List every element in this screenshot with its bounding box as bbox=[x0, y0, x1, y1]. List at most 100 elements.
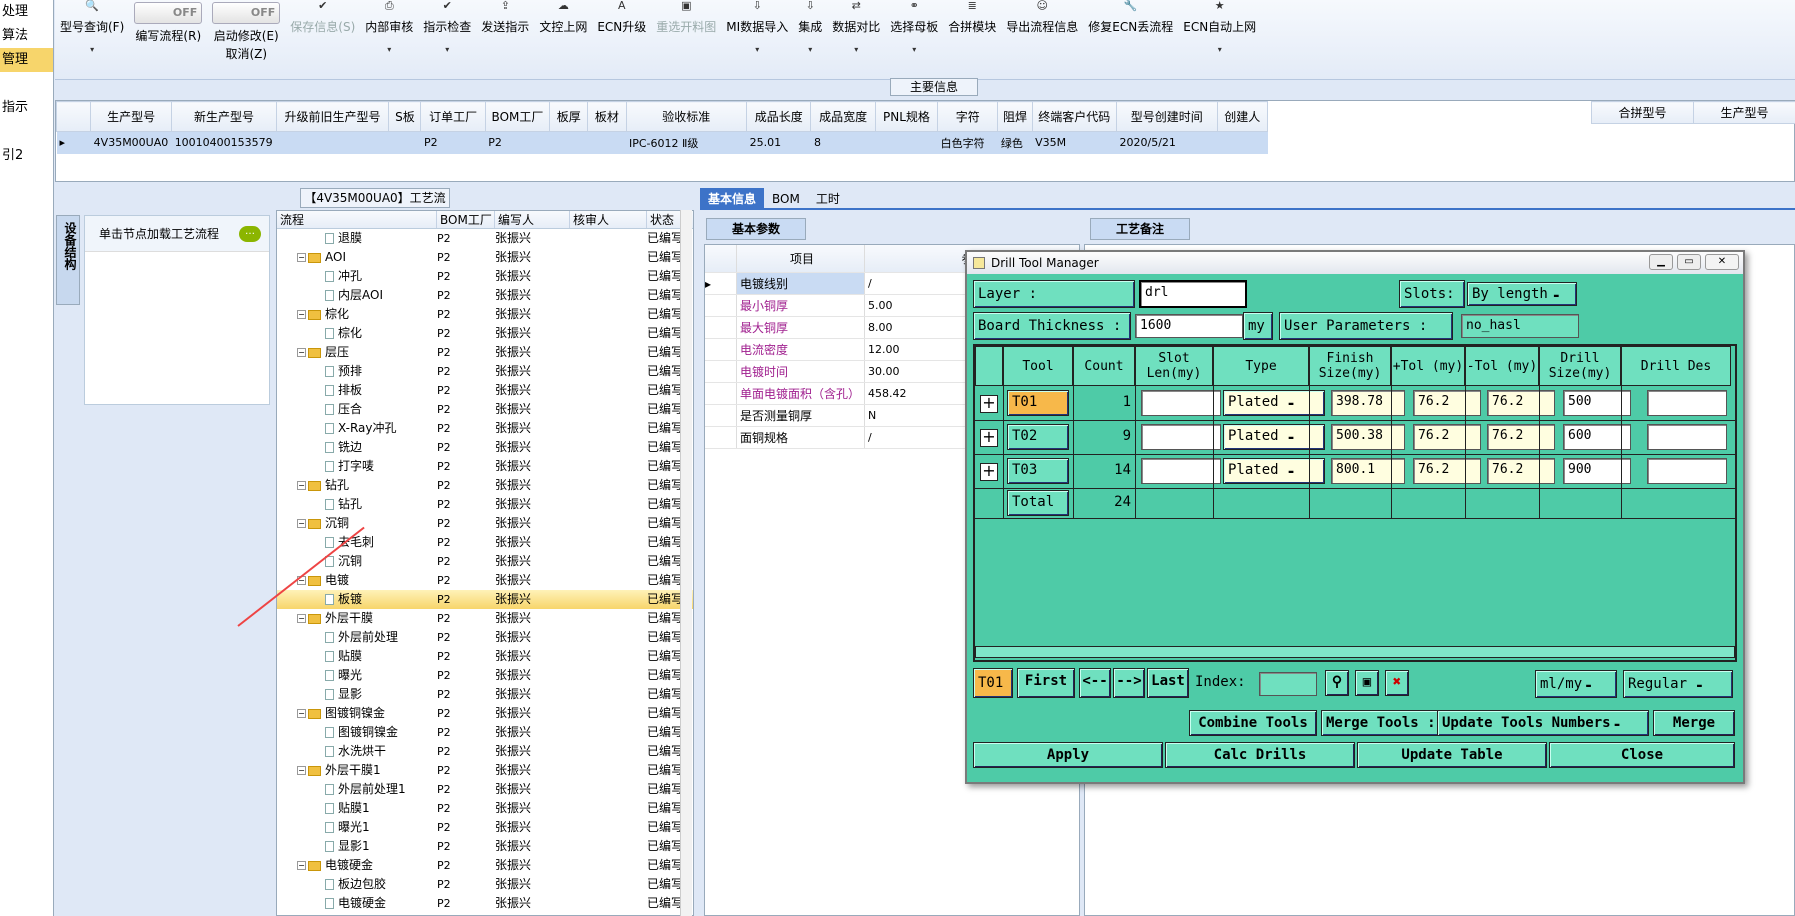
tree-row[interactable]: 去毛刺 P2 张振兴 已编写 bbox=[277, 533, 693, 552]
toggle-switch[interactable]: OFF bbox=[134, 2, 203, 24]
tree-col-header[interactable]: 核审人 bbox=[570, 211, 647, 228]
tree-row[interactable]: 电镀硬金 P2 张振兴 已编写 bbox=[277, 894, 693, 913]
tab-craft-notes[interactable]: 工艺备注 bbox=[1090, 218, 1190, 240]
minus-tol-input[interactable]: 76.2 bbox=[1487, 390, 1555, 416]
drill-des-input[interactable] bbox=[1647, 458, 1727, 484]
slot-len-input[interactable] bbox=[1141, 424, 1221, 450]
tab-basic-params[interactable]: 基本参数 bbox=[706, 218, 806, 240]
tree-row[interactable]: 板边包胶 P2 张振兴 已编写 bbox=[277, 875, 693, 894]
tree-row[interactable]: 显影1 P2 张振兴 已编写 bbox=[277, 837, 693, 856]
main-cell[interactable] bbox=[389, 132, 421, 154]
tree-row[interactable]: 冲孔 P2 张振兴 已编写 bbox=[277, 267, 693, 286]
maximize-icon[interactable]: ▭ bbox=[1677, 254, 1701, 270]
tree-row[interactable]: − 电镀硬金 P2 张振兴 已编写 bbox=[277, 856, 693, 875]
main-col-header[interactable]: PNL规格 bbox=[874, 101, 939, 132]
left-nav-item[interactable]: 算法 bbox=[0, 24, 53, 48]
left-nav-item[interactable]: 处理 bbox=[0, 0, 53, 24]
user-params-input[interactable]: no_hasl bbox=[1461, 314, 1579, 338]
tool-col-header[interactable]: Count bbox=[1073, 346, 1135, 386]
collapse-icon[interactable]: − bbox=[297, 766, 306, 775]
tool-id[interactable]: T01 bbox=[1007, 390, 1069, 416]
tree-col-header[interactable]: 流程 bbox=[277, 211, 437, 228]
collapse-icon[interactable]: − bbox=[297, 519, 306, 528]
toggle-switch[interactable]: OFF bbox=[212, 2, 281, 24]
tool-col-header[interactable]: Finish Size(my) bbox=[1309, 346, 1391, 386]
main-cell[interactable]: P2 bbox=[485, 132, 549, 154]
slots-select[interactable]: By length ▬ bbox=[1467, 282, 1577, 306]
toolbar-button-4[interactable]: ⎙ 内部审核 ▾ bbox=[360, 0, 418, 79]
toolbar-button-2[interactable]: OFF 启动修改(E) 取消(Z) bbox=[207, 0, 285, 79]
close-button[interactable]: Close bbox=[1549, 742, 1735, 768]
main-col-header[interactable]: 成品长度 bbox=[746, 101, 812, 132]
right-tab[interactable]: 基本信息 bbox=[700, 188, 765, 208]
tree-row[interactable]: 曝光1 P2 张振兴 已编写 bbox=[277, 818, 693, 837]
main-col-header[interactable]: 阻焊 bbox=[997, 101, 1033, 132]
tree-row[interactable]: − 沉铜 P2 张振兴 已编写 bbox=[277, 514, 693, 533]
process-tree-scrollbar[interactable] bbox=[680, 210, 692, 916]
tool-col-header[interactable]: Drill Size(my) bbox=[1539, 346, 1621, 386]
tree-row[interactable]: 显影 P2 张振兴 已编写 bbox=[277, 685, 693, 704]
tree-row[interactable]: 沉铜 P2 张振兴 已编写 bbox=[277, 552, 693, 571]
tool-col-header[interactable]: Type bbox=[1213, 346, 1309, 386]
main-col-header[interactable]: 型号创建时间 bbox=[1116, 101, 1218, 132]
dropdown-arrow-icon[interactable]: ▾ bbox=[1218, 45, 1222, 54]
toolbar-button-1[interactable]: OFF 编写流程(R) bbox=[129, 0, 207, 79]
layer-input[interactable]: drl bbox=[1139, 280, 1247, 308]
toolbar-button-14[interactable]: ≣ 合拼模块 bbox=[943, 0, 1001, 79]
tree-row[interactable]: − 层压 P2 张振兴 已编写 bbox=[277, 343, 693, 362]
tree-row[interactable]: 图镀铜镍金 P2 张振兴 已编写 bbox=[277, 723, 693, 742]
merge-option-select[interactable]: Update Tools Numbers ▬ bbox=[1437, 710, 1649, 736]
tree-row[interactable]: 外层前处理 P2 张振兴 已编写 bbox=[277, 628, 693, 647]
main-col-header[interactable]: 创建人 bbox=[1216, 101, 1269, 132]
collapse-icon[interactable]: − bbox=[297, 253, 306, 262]
delete-icon[interactable]: ✖ bbox=[1385, 670, 1409, 696]
toolbar-button-15[interactable]: ☺ 导出流程信息 bbox=[1001, 0, 1083, 79]
dropdown-arrow-icon[interactable]: ▾ bbox=[387, 45, 391, 54]
tree-row[interactable]: 曝光 P2 张振兴 已编写 bbox=[277, 666, 693, 685]
tree-row[interactable]: X-Ray冲孔 P2 张振兴 已编写 bbox=[277, 419, 693, 438]
finish-size-input[interactable]: 398.78 bbox=[1331, 390, 1405, 416]
toolbar-button-12[interactable]: ⇄ 数据对比 ▾ bbox=[827, 0, 885, 79]
collapse-icon[interactable]: − bbox=[297, 348, 306, 357]
merge-col-header[interactable]: 生产型号 bbox=[1693, 101, 1795, 124]
expand-row-icon[interactable]: + bbox=[980, 429, 998, 447]
tree-row[interactable]: − 外层干膜1 P2 张振兴 已编写 bbox=[277, 761, 693, 780]
last-button[interactable]: Last bbox=[1147, 668, 1189, 698]
minus-tol-input[interactable]: 76.2 bbox=[1487, 424, 1555, 450]
merge-button[interactable]: Merge bbox=[1653, 710, 1735, 736]
main-cell[interactable] bbox=[588, 132, 626, 154]
tool-id[interactable]: T02 bbox=[1007, 424, 1069, 450]
close-icon[interactable]: ✕ bbox=[1705, 254, 1739, 270]
right-tab[interactable]: 工时 bbox=[808, 188, 848, 208]
main-cell[interactable]: 4V35M00UA0 bbox=[91, 132, 172, 154]
left-nav-item[interactable]: 指示 bbox=[0, 96, 53, 120]
finish-size-input[interactable]: 500.38 bbox=[1331, 424, 1405, 450]
tree-row[interactable]: 压合 P2 张振兴 已编写 bbox=[277, 400, 693, 419]
main-col-header[interactable]: 成品宽度 bbox=[810, 101, 876, 132]
tree-row[interactable]: − 图镀铜镍金 P2 张振兴 已编写 bbox=[277, 704, 693, 723]
next-button[interactable]: --> bbox=[1113, 668, 1145, 698]
dropdown-arrow-icon[interactable]: ▾ bbox=[808, 45, 812, 54]
right-tab[interactable]: BOM bbox=[764, 188, 808, 208]
tree-row[interactable]: 外层前处理1 P2 张振兴 已编写 bbox=[277, 780, 693, 799]
main-col-header[interactable]: BOM工厂 bbox=[484, 101, 551, 132]
chat-bubble-icon[interactable]: … bbox=[239, 225, 261, 242]
select-icon[interactable]: ▣ bbox=[1355, 670, 1379, 696]
calc-drills-button[interactable]: Calc Drills bbox=[1165, 742, 1355, 768]
toolbar-button-16[interactable]: 🔧 修复ECN丢流程 bbox=[1083, 0, 1178, 79]
merge-col-header[interactable]: 合拼型号 bbox=[1591, 101, 1694, 124]
tree-row[interactable]: 内层AOI P2 张振兴 已编写 bbox=[277, 286, 693, 305]
tree-row[interactable]: 打字唛 P2 张振兴 已编写 bbox=[277, 457, 693, 476]
tree-row[interactable]: − AOI P2 张振兴 已编写 bbox=[277, 248, 693, 267]
collapse-icon[interactable]: − bbox=[297, 709, 306, 718]
main-col-header[interactable]: 板材 bbox=[587, 101, 627, 132]
main-col-header[interactable]: 验收标准 bbox=[625, 101, 748, 132]
collapse-icon[interactable]: − bbox=[297, 614, 306, 623]
tool-col-header[interactable]: -Tol (my) bbox=[1465, 346, 1539, 386]
tree-row[interactable]: 水洗烘干 P2 张振兴 已编写 bbox=[277, 742, 693, 761]
main-cell[interactable] bbox=[276, 132, 389, 154]
toolbar-button-10[interactable]: ⇩ MI数据导入 ▾ bbox=[721, 0, 793, 79]
main-col-header[interactable]: 板厚 bbox=[549, 101, 589, 132]
mode-select[interactable]: Regular ▬ bbox=[1623, 670, 1733, 698]
main-cell[interactable] bbox=[1217, 132, 1267, 154]
